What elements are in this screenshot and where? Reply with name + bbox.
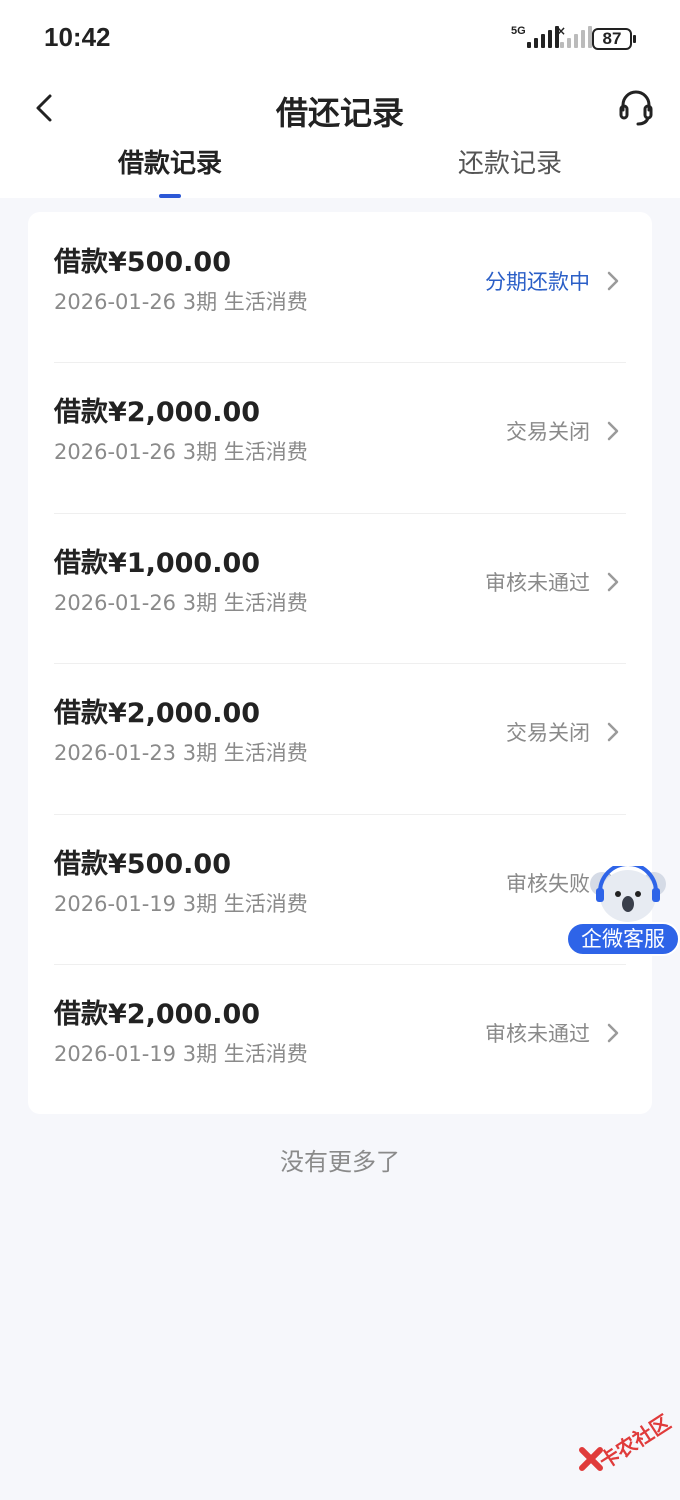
chevron-right-icon — [607, 1023, 619, 1043]
loan-amount: 借款¥2,000.00 — [54, 397, 261, 429]
loan-status: 审核未通过 — [485, 1021, 590, 1046]
loan-amount: 借款¥500.00 — [54, 247, 231, 278]
loan-record-row[interactable]: 借款¥1,000.00 2026-01-26 3期 生活消费 审核未通过 — [28, 512, 652, 663]
loan-record-row[interactable]: 借款¥500.00 2026-01-26 3期 生活消费 分期还款中 — [28, 212, 652, 362]
loan-meta: 2026-01-26 3期 生活消费 — [54, 440, 308, 465]
loan-meta: 2026-01-23 3期 生活消费 — [54, 741, 308, 766]
no-more-text: 没有更多了 — [280, 1148, 400, 1176]
loan-record-row[interactable]: 借款¥2,000.00 2026-01-26 3期 生活消费 交易关闭 — [28, 362, 652, 512]
tab-loan-records[interactable]: 借款记录 — [0, 142, 340, 198]
status-bar: 10:42 5G × 87 — [0, 0, 680, 76]
loan-meta: 2026-01-19 3期 生活消费 — [54, 891, 308, 916]
chevron-right-icon — [607, 271, 619, 291]
watermark-text: 卡农社区 — [594, 1409, 675, 1474]
floating-service-label: 企微客服 — [566, 922, 680, 956]
chevron-right-icon — [607, 572, 619, 592]
loan-meta: 2026-01-26 3期 生活消费 — [54, 290, 308, 314]
signal-icon-secondary — [560, 26, 592, 48]
loan-record-row[interactable]: 借款¥2,000.00 2026-01-19 3期 生活消费 审核未通过 — [28, 963, 652, 1114]
loan-amount: 借款¥500.00 — [54, 848, 231, 880]
loan-record-row[interactable]: 借款¥500.00 2026-01-19 3期 生活消费 审核失败 — [28, 813, 652, 964]
record-tabs: 借款记录 还款记录 — [0, 142, 680, 198]
loan-amount: 借款¥2,000.00 — [54, 998, 261, 1030]
loan-status: 分期还款中 — [485, 270, 590, 294]
network-type: 5G — [511, 25, 526, 37]
nav-bar: 借还记录 — [0, 76, 680, 142]
chevron-right-icon — [607, 422, 619, 441]
loan-status: 交易关闭 — [506, 420, 590, 445]
loan-record-row[interactable]: 借款¥2,000.00 2026-01-23 3期 生活消费 交易关闭 — [28, 663, 652, 813]
tab-repayment-records[interactable]: 还款记录 — [340, 142, 680, 198]
floating-service-button[interactable]: 企微客服 — [566, 866, 680, 958]
loan-meta: 2026-01-19 3期 生活消费 — [54, 1041, 308, 1066]
battery-indicator: 87 — [592, 28, 636, 50]
headset-icon[interactable] — [618, 88, 654, 128]
loan-meta: 2026-01-26 3期 生活消费 — [54, 590, 308, 615]
loan-status: 交易关闭 — [506, 721, 590, 746]
signal-icon — [527, 26, 559, 48]
loan-amount: 借款¥1,000.00 — [54, 547, 261, 579]
loan-record-list: 借款¥500.00 2026-01-26 3期 生活消费 分期还款中借款¥2,000… — [28, 212, 652, 1115]
koala-icon — [590, 866, 666, 922]
watermark: 卡农社区 — [576, 1408, 680, 1478]
chevron-right-icon — [607, 722, 619, 742]
loan-amount: 借款¥2,000.00 — [54, 698, 261, 730]
status-time: 10:42 — [44, 22, 111, 52]
loan-status: 审核未通过 — [485, 570, 590, 595]
page-title: 借还记录 — [275, 94, 404, 132]
